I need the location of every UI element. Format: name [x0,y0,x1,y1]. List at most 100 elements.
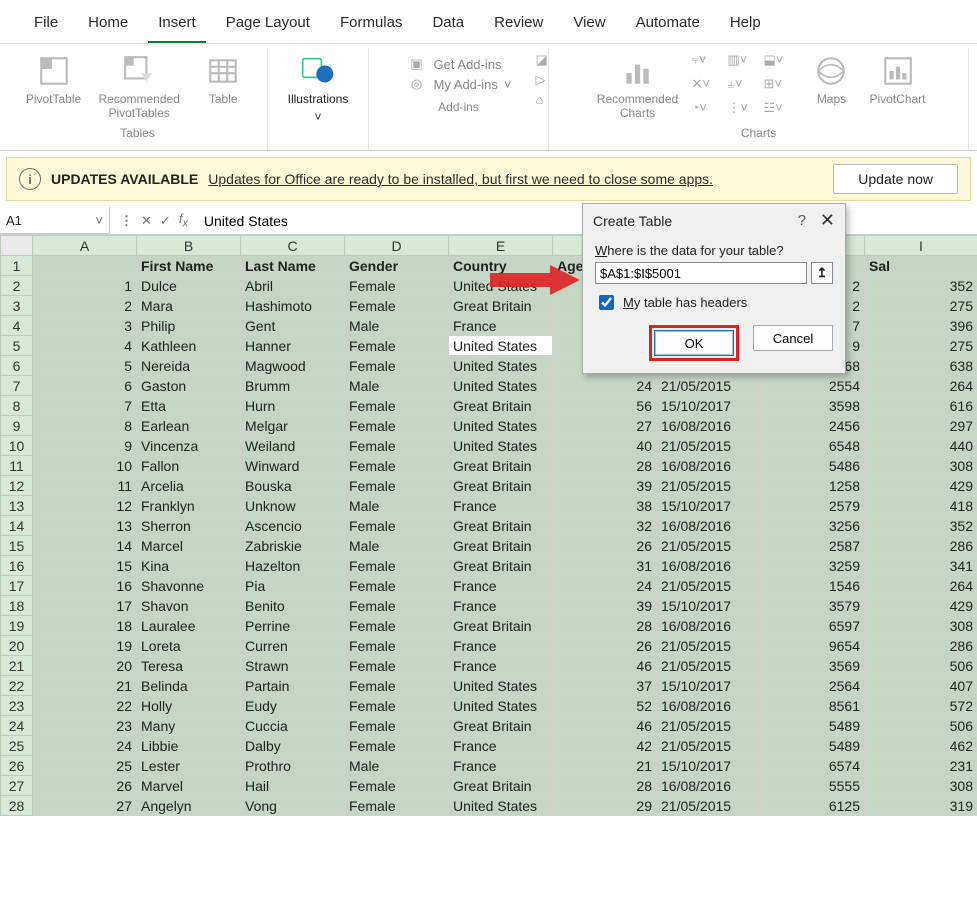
cell[interactable]: 42 [553,736,657,756]
cell[interactable]: 15 [33,556,137,576]
cell[interactable]: Kina [137,556,241,576]
cell[interactable]: 26 [553,636,657,656]
cell[interactable]: Female [345,576,449,596]
cell[interactable]: 6574 [761,756,865,776]
cell[interactable]: 506 [865,656,977,676]
cell[interactable]: 21/05/2015 [657,376,761,396]
cell[interactable]: Philip [137,316,241,336]
cell[interactable]: Male [345,376,449,396]
cell[interactable]: 308 [865,616,977,636]
menu-view[interactable]: View [563,8,615,43]
cell[interactable]: Female [345,616,449,636]
cell[interactable]: 56 [553,396,657,416]
cell[interactable]: 11 [33,476,137,496]
cell[interactable]: Male [345,496,449,516]
more-icon[interactable]: ⋮ [120,213,133,229]
cell[interactable]: 46 [553,656,657,676]
row-header[interactable]: 26 [1,756,33,776]
cell[interactable]: 8561 [761,696,865,716]
row-header[interactable]: 4 [1,316,33,336]
cell[interactable]: France [449,576,553,596]
cell[interactable]: 46 [553,716,657,736]
cell[interactable]: 1 [33,276,137,296]
ok-button[interactable]: OK [654,330,734,356]
header-cell[interactable]: Sal [865,256,977,276]
cell[interactable]: 15/10/2017 [657,756,761,776]
menu-review[interactable]: Review [484,8,553,43]
row-header[interactable]: 25 [1,736,33,756]
cell[interactable]: Female [345,336,449,356]
cell[interactable]: 352 [865,516,977,536]
get-addins-button[interactable]: ▣ Get Add-ins [406,56,502,72]
cell[interactable]: Female [345,716,449,736]
cell[interactable]: 18 [33,616,137,636]
recommended-pivot-button[interactable]: Recommended PivotTables [91,52,187,122]
maps-button[interactable]: Maps [801,52,861,122]
name-box[interactable]: A1 ˅ [0,207,110,234]
col-header-C[interactable]: C [241,236,345,256]
cell[interactable]: 10 [33,456,137,476]
cell[interactable]: Nereida [137,356,241,376]
cell[interactable]: 1258 [761,476,865,496]
cell[interactable]: Male [345,756,449,776]
cell[interactable]: Cuccia [241,716,345,736]
chart-type-icon[interactable]: ⊞˅ [763,76,797,98]
cell[interactable]: 352 [865,276,977,296]
cell[interactable]: 21/05/2015 [657,536,761,556]
cell[interactable]: Female [345,596,449,616]
cell[interactable]: 15/10/2017 [657,396,761,416]
cell[interactable]: 17 [33,596,137,616]
cell[interactable]: Great Britain [449,476,553,496]
cell[interactable]: Ascencio [241,516,345,536]
cell[interactable]: Curren [241,636,345,656]
cell[interactable]: 5486 [761,456,865,476]
cell[interactable]: Melgar [241,416,345,436]
visio-icon[interactable]: ◪ [536,52,548,68]
chart-type-icon[interactable]: ✕˅ [691,76,725,98]
cell[interactable]: 5555 [761,776,865,796]
cell[interactable]: 39 [553,476,657,496]
cell[interactable]: Male [345,536,449,556]
cell[interactable]: 1546 [761,576,865,596]
cell[interactable]: Great Britain [449,556,553,576]
cell[interactable]: 26 [33,776,137,796]
cell[interactable]: 341 [865,556,977,576]
cell[interactable]: Zabriskie [241,536,345,556]
cell[interactable]: 2 [33,296,137,316]
cell[interactable]: 31 [553,556,657,576]
cell[interactable]: Hurn [241,396,345,416]
cell[interactable]: Vong [241,796,345,816]
chart-type-icon[interactable]: ⫧˅ [691,52,725,74]
row-header[interactable]: 7 [1,376,33,396]
cell[interactable]: France [449,736,553,756]
cell[interactable]: 286 [865,536,977,556]
headers-label[interactable]: My table has headers [623,295,747,310]
fx-icon[interactable]: fx [179,211,188,230]
menu-formulas[interactable]: Formulas [330,8,413,43]
row-header[interactable]: 13 [1,496,33,516]
cell[interactable]: United States [449,416,553,436]
cell[interactable]: 264 [865,376,977,396]
cell[interactable]: Angelyn [137,796,241,816]
col-header-D[interactable]: D [345,236,449,256]
cell[interactable]: 24 [553,376,657,396]
cell[interactable]: 32 [553,516,657,536]
cell[interactable]: Strawn [241,656,345,676]
cell[interactable]: 27 [553,416,657,436]
cell[interactable]: Great Britain [449,296,553,316]
cell[interactable]: 15/10/2017 [657,496,761,516]
row-header[interactable]: 6 [1,356,33,376]
menu-automate[interactable]: Automate [626,8,710,43]
cell[interactable]: 308 [865,456,977,476]
cell[interactable]: 21/05/2015 [657,716,761,736]
cell[interactable]: United States [449,696,553,716]
cell[interactable]: Belinda [137,676,241,696]
cell[interactable]: 2564 [761,676,865,696]
cell[interactable]: United States [449,276,553,296]
cell[interactable]: 39 [553,596,657,616]
cell[interactable]: Marvel [137,776,241,796]
help-icon[interactable]: ? [798,212,806,229]
cell[interactable]: Great Britain [449,516,553,536]
row-header[interactable]: 28 [1,796,33,816]
close-icon[interactable]: ✕ [820,210,835,231]
